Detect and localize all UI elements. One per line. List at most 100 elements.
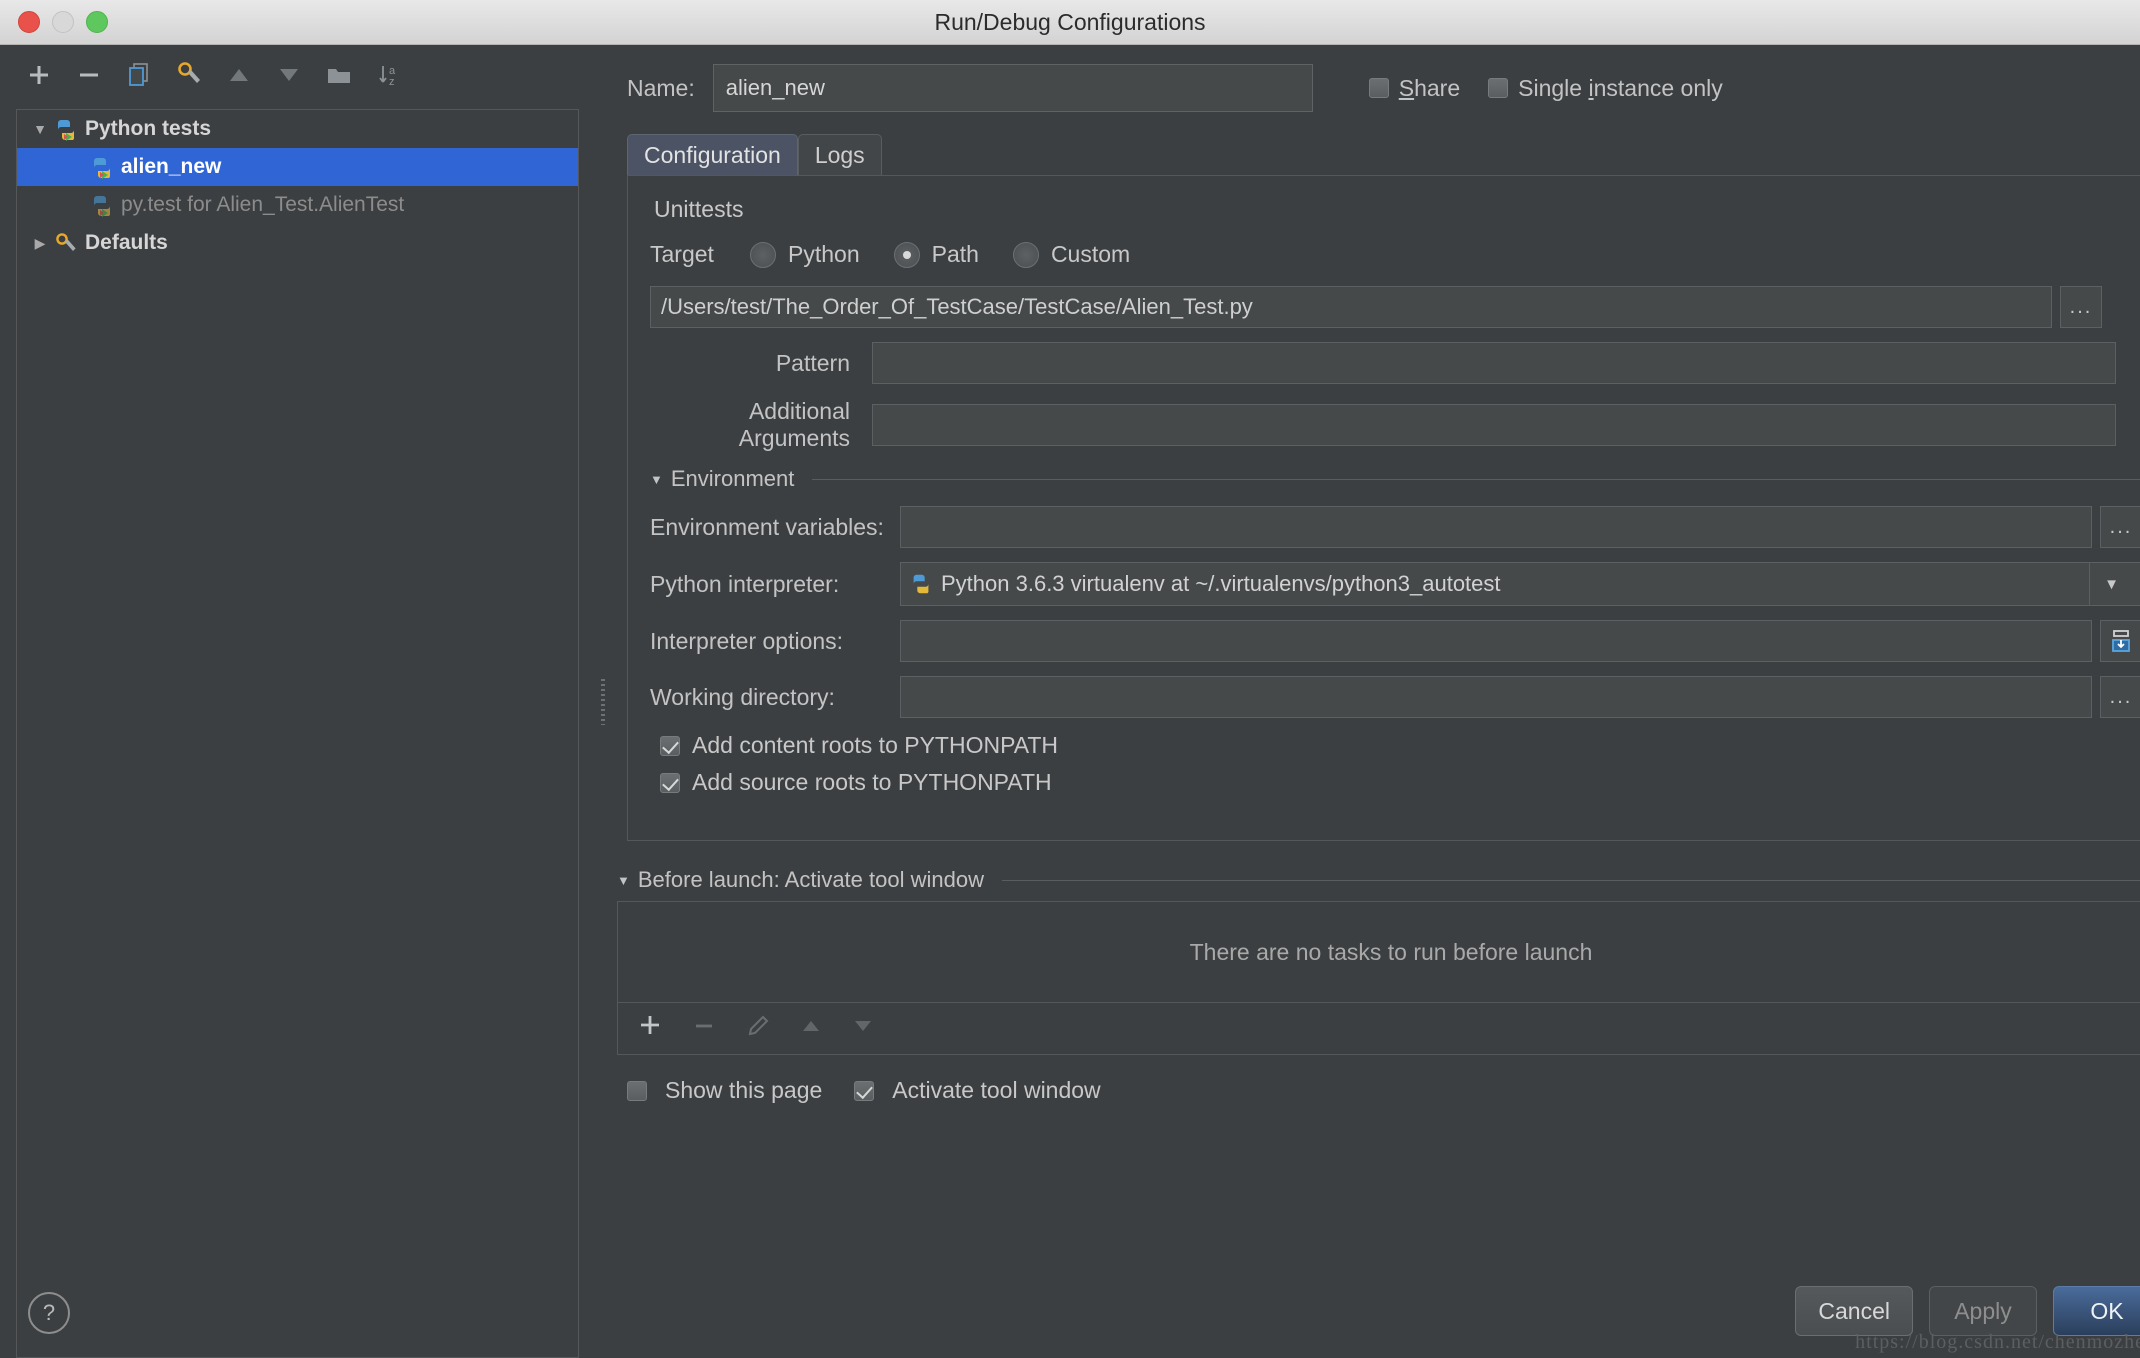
python-test-icon bbox=[89, 193, 117, 217]
configuration-panel: Unittests Target Python Path Custom /Use… bbox=[627, 175, 2140, 841]
before-launch-task-list[interactable]: There are no tasks to run before launch bbox=[617, 901, 2140, 1003]
path-input-value: /Users/test/The_Order_Of_TestCase/TestCa… bbox=[661, 294, 1253, 319]
environment-section-header[interactable]: ▼ Environment bbox=[650, 466, 2140, 492]
configurations-tree[interactable]: ▼ Python tests alien_new py.test for Ali… bbox=[16, 109, 579, 1358]
python-interpreter-label: Python interpreter: bbox=[650, 570, 840, 597]
interpreter-options-input[interactable] bbox=[900, 620, 2092, 662]
working-directory-label: Working directory: bbox=[650, 683, 835, 710]
add-task-icon[interactable] bbox=[636, 1011, 664, 1047]
watermark: https://blog.csdn.net/chenmozhe22 bbox=[1855, 1331, 2140, 1353]
tree-node-defaults[interactable]: ▶ Defaults bbox=[17, 224, 578, 262]
python-interpreter-row: Python interpreter: Python 3.6.3 virtual… bbox=[650, 562, 2140, 606]
radio-custom[interactable] bbox=[1012, 241, 1039, 268]
environment-section-title: Environment bbox=[670, 466, 795, 491]
python-interpreter-select[interactable]: Python 3.6.3 virtualenv at ~/.virtualenv… bbox=[900, 562, 2140, 606]
edit-defaults-icon[interactable] bbox=[172, 58, 206, 92]
working-directory-row: Working directory: ... bbox=[650, 676, 2140, 718]
add-source-roots-checkbox-box[interactable] bbox=[660, 772, 680, 793]
path-browse-button[interactable]: ... bbox=[2060, 286, 2102, 328]
apply-button: Apply bbox=[1929, 1286, 2037, 1336]
interpreter-options-row: Interpreter options: bbox=[650, 620, 2140, 662]
section-divider bbox=[812, 478, 2140, 480]
tree-node-label: Python tests bbox=[85, 117, 212, 140]
configuration-editor: Name: alien_new Share Single instance on… bbox=[611, 45, 2140, 1358]
python-test-icon bbox=[89, 155, 117, 179]
configurations-toolbar: a z bbox=[0, 45, 595, 105]
share-checkbox-box[interactable] bbox=[1368, 78, 1389, 98]
folder-icon[interactable] bbox=[322, 58, 356, 92]
environment-variables-browse-button[interactable]: ... bbox=[2100, 506, 2140, 548]
environment-variables-input[interactable] bbox=[900, 506, 2092, 548]
target-label: Target bbox=[650, 241, 714, 267]
add-source-roots-label: Add source roots to PYTHONPATH bbox=[692, 769, 1052, 795]
name-input-value: alien_new bbox=[725, 75, 825, 100]
tree-node-label: py.test for Alien_Test.AlienTest bbox=[121, 193, 405, 216]
panel-splitter[interactable] bbox=[595, 45, 611, 1358]
interpreter-options-label: Interpreter options: bbox=[650, 627, 844, 654]
name-label: Name: bbox=[627, 74, 695, 101]
chevron-down-icon[interactable]: ▼ bbox=[2089, 563, 2133, 605]
dialog-buttons: Cancel Apply OK bbox=[1795, 1286, 2140, 1336]
expand-arrow-icon[interactable]: ▼ bbox=[27, 121, 53, 137]
single-instance-label: Single instance only bbox=[1518, 74, 1723, 101]
maximize-window-button[interactable] bbox=[86, 11, 108, 33]
tree-node-python-tests[interactable]: ▼ Python tests bbox=[17, 110, 578, 148]
remove-task-icon bbox=[690, 1012, 718, 1045]
close-window-button[interactable] bbox=[18, 11, 40, 33]
section-divider bbox=[1001, 879, 2140, 881]
edit-task-icon bbox=[744, 1012, 772, 1045]
radio-python-label: Python bbox=[788, 241, 860, 267]
minimize-window-button[interactable] bbox=[52, 11, 74, 33]
pattern-label: Pattern bbox=[775, 349, 850, 376]
window-controls[interactable] bbox=[18, 11, 108, 33]
radio-path-label: Path bbox=[931, 241, 979, 267]
add-source-roots-checkbox[interactable]: Add source roots to PYTHONPATH bbox=[660, 769, 2140, 796]
help-button[interactable]: ? bbox=[28, 1292, 70, 1334]
radio-path[interactable] bbox=[893, 241, 920, 268]
move-down-icon[interactable] bbox=[272, 58, 306, 92]
add-content-roots-checkbox-box[interactable] bbox=[660, 735, 680, 756]
pattern-input[interactable] bbox=[872, 342, 2116, 384]
activate-tool-window-checkbox-box[interactable] bbox=[854, 1080, 875, 1101]
name-row: Name: alien_new Share Single instance on… bbox=[611, 45, 2140, 131]
additional-arguments-row: Additional Arguments bbox=[650, 398, 2140, 452]
radio-python[interactable] bbox=[750, 241, 776, 268]
name-input[interactable]: alien_new bbox=[712, 64, 1313, 112]
sort-alphabetically-icon[interactable]: a z bbox=[372, 58, 406, 92]
chevron-down-icon[interactable]: ▼ bbox=[617, 873, 630, 888]
share-checkbox[interactable]: Share bbox=[1368, 74, 1461, 102]
expand-editor-button[interactable] bbox=[2100, 620, 2140, 662]
move-up-icon[interactable] bbox=[222, 58, 256, 92]
single-instance-checkbox-box[interactable] bbox=[1488, 78, 1509, 98]
target-radio-group[interactable]: Python Path Custom bbox=[750, 241, 1130, 268]
tree-node-pytest-alien-test[interactable]: py.test for Alien_Test.AlienTest bbox=[17, 186, 578, 224]
remove-icon[interactable] bbox=[72, 58, 106, 92]
working-directory-browse-button[interactable]: ... bbox=[2100, 676, 2140, 718]
ok-button[interactable]: OK bbox=[2053, 1286, 2140, 1336]
python-test-icon bbox=[53, 117, 81, 141]
collapse-arrow-icon[interactable]: ▶ bbox=[27, 235, 53, 252]
single-instance-checkbox[interactable]: Single instance only bbox=[1488, 75, 1723, 102]
show-this-page-checkbox-box[interactable] bbox=[627, 1080, 647, 1101]
before-launch-toolbar bbox=[617, 1003, 2140, 1055]
path-input[interactable]: /Users/test/The_Order_Of_TestCase/TestCa… bbox=[650, 286, 2052, 328]
chevron-down-icon[interactable]: ▼ bbox=[650, 472, 663, 487]
cancel-button[interactable]: Cancel bbox=[1795, 1286, 1913, 1336]
show-this-page-label: Show this page bbox=[665, 1077, 823, 1103]
additional-arguments-input[interactable] bbox=[872, 404, 2116, 446]
working-directory-input[interactable] bbox=[900, 676, 2092, 718]
copy-icon[interactable] bbox=[122, 58, 156, 92]
tab-configuration[interactable]: Configuration bbox=[627, 134, 798, 176]
editor-tabs[interactable]: Configuration Logs bbox=[627, 131, 2140, 176]
dialog-body: a z ▼ Python tests alien_new py.test for… bbox=[0, 45, 2140, 1358]
before-launch-header[interactable]: ▼ Before launch: Activate tool window bbox=[617, 867, 2140, 893]
tab-logs[interactable]: Logs bbox=[797, 134, 882, 176]
add-content-roots-checkbox[interactable]: Add content roots to PYTHONPATH bbox=[660, 732, 2140, 759]
add-content-roots-label: Add content roots to PYTHONPATH bbox=[692, 732, 1059, 758]
window-titlebar: Run/Debug Configurations bbox=[0, 0, 2140, 45]
splitter-grip-icon[interactable] bbox=[601, 678, 605, 725]
add-icon[interactable] bbox=[22, 58, 56, 92]
unittests-section-title: Unittests bbox=[654, 196, 744, 222]
tree-node-alien-new[interactable]: alien_new bbox=[17, 148, 578, 186]
share-label: Share bbox=[1398, 74, 1461, 101]
